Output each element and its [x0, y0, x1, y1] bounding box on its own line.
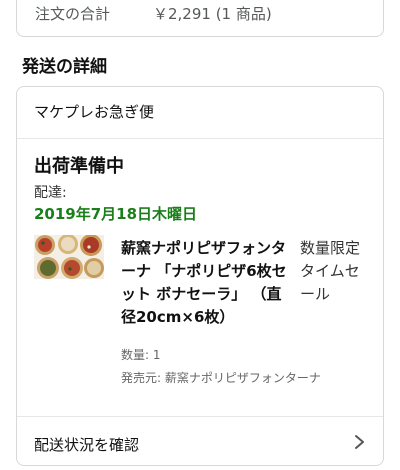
- delivery-label: 配達:: [34, 185, 67, 201]
- order-total-label: 注文の合計: [35, 5, 111, 23]
- track-package-button[interactable]: 配送状況を確認: [17, 416, 383, 465]
- shipment-status: 出荷準備中: [34, 156, 124, 177]
- deal-badge: 数量限定タイムセール: [300, 239, 361, 303]
- order-total-value: ￥2,291 (1 商品): [153, 5, 272, 23]
- shipping-section-title: 発送の詳細: [22, 57, 107, 77]
- order-details-page: 注文の合計 ￥2,291 (1 商品) 発送の詳細 マケプレお急ぎ便 出荷準備中…: [0, 0, 400, 470]
- product-quantity: 数量: 1: [121, 348, 161, 362]
- product-title[interactable]: 薪窯ナポリピザフォンターナ 「ナポリピザ6枚セット ボナセーラ」 （直径20cm…: [121, 237, 289, 329]
- product-thumbnail[interactable]: [34, 235, 104, 279]
- chevron-right-icon: [355, 435, 364, 449]
- product-seller: 発売元: 薪窯ナポリピザフォンターナ: [121, 371, 321, 385]
- shipping-card: マケプレお急ぎ便 出荷準備中 配達: 2019年7月18日木曜日 薪窯ナポリピザ…: [16, 86, 384, 466]
- order-total-card: 注文の合計 ￥2,291 (1 商品): [16, 0, 384, 37]
- shipping-method-row: マケプレお急ぎ便: [17, 87, 383, 139]
- track-package-label: 配送状況を確認: [34, 436, 140, 454]
- delivery-date: 2019年7月18日木曜日: [34, 205, 198, 223]
- shipping-method: マケプレお急ぎ便: [34, 103, 155, 121]
